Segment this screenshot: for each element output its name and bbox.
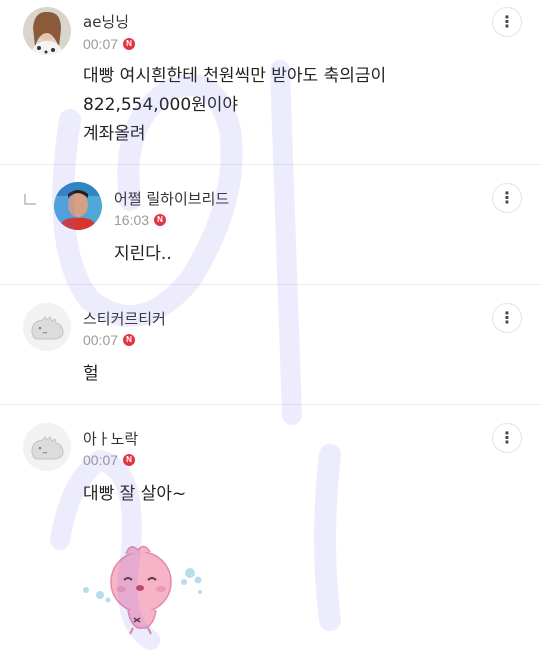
profile-photo-icon[interactable] [23,7,71,55]
more-vertical-icon[interactable]: ⋮ [492,303,522,333]
comment-meta: 00:07 N [83,332,136,348]
default-dino-avatar-icon[interactable] [23,423,71,471]
comment-item: ae닝닝 00:07 N ⋮ 대빵 여시흰한테 천원씩만 받아도 축의금이 82… [0,0,540,164]
reply-comment-item: 어쩔 릴하이브리드 16:03 N ⋮ 지린다.. [0,165,540,284]
more-vertical-icon[interactable]: ⋮ [492,423,522,453]
comment-text-line: 계좌올려 [83,124,146,144]
more-vertical-icon[interactable]: ⋮ [492,183,522,213]
default-dino-avatar-icon[interactable] [23,303,71,351]
comment-meta: 00:07 N [83,36,136,52]
comment-meta: 16:03 N [114,212,167,228]
comment-text-line: 822,554,000원이야 [83,95,239,115]
comment-text-line: 헐 [83,364,99,384]
reply-arrow-icon [24,194,36,205]
comment-text-line: 지린다.. [114,244,172,264]
username[interactable]: 스티커르티커 [83,308,166,329]
comment-item: 스티커르티커 00:07 N ⋮ 헐 [0,285,540,404]
timestamp: 00:07 [83,452,119,468]
timestamp: 00:07 [83,332,119,348]
profile-photo-icon[interactable] [54,182,102,230]
more-vertical-icon[interactable]: ⋮ [492,7,522,37]
new-badge: N [123,454,136,466]
comment-meta: 00:07 N [83,452,136,468]
new-badge: N [123,38,136,50]
pink-character-sticker-icon [83,545,202,635]
username[interactable]: 아ㅏ노락 [83,428,138,449]
timestamp: 00:07 [83,36,119,52]
comment-text-line: 대빵 잘 살아~ [83,484,187,504]
username[interactable]: ae닝닝 [83,11,129,32]
timestamp: 16:03 [114,212,150,228]
username[interactable]: 어쩔 릴하이브리드 [114,188,229,209]
comment-text-line: 대빵 여시흰한테 천원씩만 받아도 축의금이 [83,66,387,86]
new-badge: N [123,334,136,346]
new-badge: N [154,214,167,226]
